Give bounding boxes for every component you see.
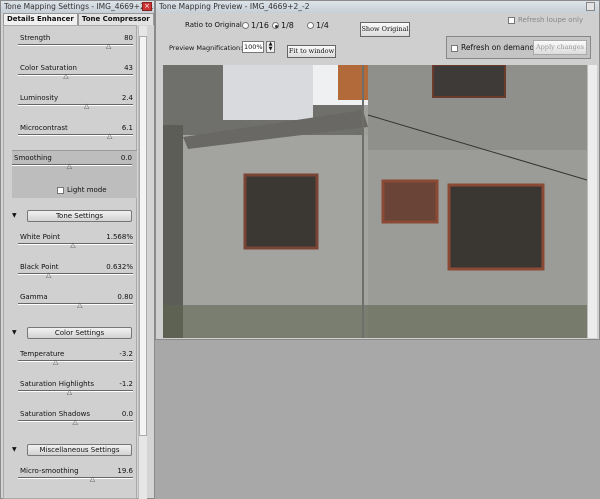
slider-label: Black Point (20, 263, 59, 271)
checkbox-box (451, 44, 458, 52)
magnification-label: Preview Magnification: (169, 44, 243, 52)
ratio-label-text: 1/4 (316, 21, 329, 30)
scrollbar-thumb[interactable] (139, 36, 147, 436)
tone-mapping-settings-window: Tone Mapping Settings - IMG_4669+2_... ×… (0, 0, 155, 499)
slider-track[interactable] (18, 74, 133, 76)
preview-title: Tone Mapping Preview - IMG_4669+2_-2 (159, 2, 310, 11)
settings-scrollbar[interactable] (138, 26, 147, 499)
slider-track[interactable] (18, 303, 133, 305)
slider-thumb-icon[interactable]: △ (77, 302, 84, 309)
slider-label: Saturation Highlights (20, 380, 94, 388)
slider-value: 0.0 (121, 410, 133, 418)
slider-label: Microcontrast (20, 124, 68, 132)
magnification-input[interactable]: 100% (242, 41, 264, 53)
details-enhancer-pane: Light mode Strength 80 △ Color Saturation 43… (3, 25, 137, 499)
slider-value: -1.2 (119, 380, 133, 388)
ratio-1-4[interactable]: 1/4 (307, 21, 329, 30)
ratio-label: Ratio to Original: (185, 21, 245, 29)
slider-track[interactable] (18, 390, 133, 392)
building-photo (163, 65, 587, 338)
ratio-label-text: 1/16 (251, 21, 269, 30)
slider-track[interactable] (18, 273, 133, 275)
slider-label: White Point (20, 233, 60, 241)
ratio-label-text: 1/8 (281, 21, 294, 30)
slider-thumb-icon[interactable]: △ (73, 419, 80, 426)
slider-thumb-icon[interactable]: △ (70, 242, 77, 249)
refresh-loupe-only-label: Refresh loupe only (518, 16, 584, 24)
slider-thumb-icon[interactable]: △ (46, 272, 53, 279)
slider-label: Saturation Shadows (20, 410, 90, 418)
slider-thumb-icon[interactable]: △ (53, 359, 60, 366)
slider-value: 19.6 (117, 467, 133, 475)
radio (272, 22, 279, 29)
ratio-1-16[interactable]: 1/16 (242, 21, 269, 30)
slider-track[interactable] (18, 477, 133, 479)
collapse-triangle-icon[interactable]: ▼ (12, 329, 17, 336)
slider-label: Strength (20, 34, 51, 42)
slider-track[interactable] (18, 104, 133, 106)
slider-label: Micro-smoothing (20, 467, 79, 475)
slider-thumb-icon[interactable]: △ (63, 73, 70, 80)
slider-label: Color Saturation (20, 64, 77, 72)
magnification-spinner[interactable]: ▲ ▼ (266, 41, 275, 53)
slider-value: -3.2 (119, 350, 133, 358)
light-mode-checkbox[interactable]: Light mode (57, 186, 107, 194)
collapse-triangle-icon[interactable]: ▼ (12, 446, 17, 453)
miscellaneous-settings-button[interactable]: Miscellaneous Settings (27, 444, 132, 456)
refresh-group: Refresh on demand: Apply changes (446, 36, 591, 59)
slider-track[interactable] (18, 134, 133, 136)
slider-thumb-icon[interactable]: △ (90, 476, 97, 483)
close-icon[interactable]: × (142, 2, 152, 11)
fit-to-window-button[interactable]: Fit to window (287, 45, 336, 58)
slider-value: 43 (124, 64, 133, 72)
preview-image[interactable] (163, 65, 587, 338)
slider-value: 0.632% (106, 263, 133, 271)
slider-value: 80 (124, 34, 133, 42)
collapse-triangle-icon[interactable]: ▼ (12, 212, 17, 219)
slider-track[interactable] (18, 360, 133, 362)
slider-value: 0.0 (120, 154, 132, 162)
slider-label: Luminosity (20, 94, 59, 102)
slider-thumb-icon[interactable]: △ (84, 103, 91, 110)
slider-track[interactable] (18, 44, 133, 46)
slider-label: Smoothing (14, 154, 52, 162)
slider-value: 0.80 (117, 293, 133, 301)
ratio-1-8[interactable]: 1/8 (272, 21, 294, 30)
slider-thumb-icon[interactable]: △ (67, 163, 74, 170)
color-settings-button[interactable]: Color Settings (27, 327, 132, 339)
apply-changes-button[interactable]: Apply changes (533, 40, 587, 55)
slider-value: 1.568% (106, 233, 133, 241)
checkbox-box (508, 16, 515, 24)
slider-label: Temperature (20, 350, 65, 358)
slider-thumb-icon[interactable]: △ (67, 389, 74, 396)
settings-title: Tone Mapping Settings - IMG_4669+2_... (4, 2, 154, 11)
refresh-on-demand-checkbox[interactable]: Refresh on demand: (451, 43, 537, 52)
slider-value: 2.4 (121, 94, 133, 102)
preview-scrollbar[interactable] (587, 65, 597, 338)
slider-thumb-icon[interactable]: △ (107, 133, 114, 140)
radio (242, 22, 249, 29)
checkbox-box (57, 186, 64, 194)
slider-value: 6.1 (121, 124, 133, 132)
tone-settings-button[interactable]: Tone Settings (27, 210, 132, 222)
maximize-icon[interactable] (586, 2, 595, 11)
settings-title-bar: Tone Mapping Settings - IMG_4669+2_... × (1, 1, 154, 13)
slider-label: Gamma (20, 293, 48, 301)
light-mode-label: Light mode (67, 186, 107, 194)
tab-tone-compressor[interactable]: Tone Compressor (77, 13, 154, 25)
preview-title-bar: Tone Mapping Preview - IMG_4669+2_-2 (156, 1, 599, 13)
tab-details-enhancer[interactable]: Details Enhancer (3, 13, 78, 25)
refresh-loupe-only-checkbox[interactable]: Refresh loupe only (508, 16, 583, 24)
refresh-on-demand-label: Refresh on demand: (461, 43, 537, 52)
show-original-button[interactable]: Show Original (360, 22, 410, 37)
tone-mapping-preview-window: Tone Mapping Preview - IMG_4669+2_-2 Rat… (155, 0, 600, 340)
radio (307, 22, 314, 29)
slider-thumb-icon[interactable]: △ (106, 43, 113, 50)
